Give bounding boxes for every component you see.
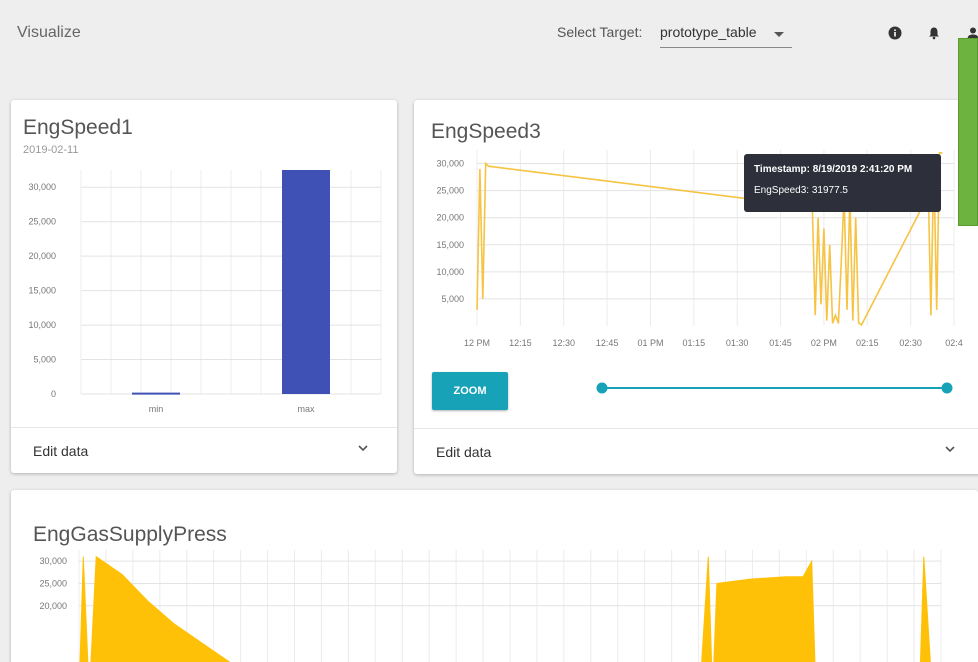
engspeed1-card: EngSpeed1 2019-02-11 30,000 25,000 20,000 1… xyxy=(11,100,397,473)
y-tick-label: 20,000 xyxy=(436,213,464,223)
zoom-range-slider[interactable] xyxy=(594,378,954,398)
engspeed1-bar-chart: 30,000 25,000 20,000 15,000 10,000 5,000 0 min m… xyxy=(28,170,382,414)
x-tick-label: 02 PM xyxy=(811,338,837,348)
zoom-button[interactable]: ZOOM xyxy=(432,372,508,410)
y-tick-label: 20,000 xyxy=(39,601,67,611)
chevron-down-icon xyxy=(358,445,368,452)
target-select[interactable]: prototype_table xyxy=(660,20,792,48)
y-tick-label: 30,000 xyxy=(39,556,67,566)
y-tick-label: 30,000 xyxy=(436,159,464,169)
edit-data-label: Edit data xyxy=(436,444,492,460)
y-tick-label: 25,000 xyxy=(28,217,56,227)
y-tick-label: 10,000 xyxy=(28,320,56,330)
card-title: EngSpeed3 xyxy=(431,120,541,143)
x-tick-label: min xyxy=(149,404,164,414)
y-tick-label: 25,000 xyxy=(39,578,67,588)
bar xyxy=(132,392,180,395)
y-tick-label: 5,000 xyxy=(33,355,56,365)
x-tick-label: 12:15 xyxy=(509,338,532,348)
y-tick-label: 0 xyxy=(51,389,56,399)
x-tick-label: 02:30 xyxy=(899,338,922,348)
x-tick-label: max xyxy=(297,404,315,414)
x-tick-label: 01:30 xyxy=(726,338,749,348)
x-tick-label: 02:4 xyxy=(945,338,963,348)
y-tick-label: 10,000 xyxy=(436,267,464,277)
slider-handle-end[interactable] xyxy=(941,382,953,394)
edit-data-toggle[interactable]: Edit data xyxy=(414,428,978,474)
edit-data-label: Edit data xyxy=(33,443,89,459)
side-panel xyxy=(958,38,978,226)
enggassupplypress-card: EngGasSupplyPress 30,000 25,000 20,000 xyxy=(11,490,978,662)
tooltip-value: EngSpeed3: 31977.5 xyxy=(754,185,848,196)
y-tick-label: 15,000 xyxy=(28,286,56,296)
y-tick-label: 30,000 xyxy=(28,182,56,192)
card-title: EngSpeed1 xyxy=(23,116,133,139)
caret-down-icon xyxy=(774,32,784,37)
target-select-value: prototype_table xyxy=(660,24,757,40)
x-tick-label: 12:30 xyxy=(552,338,575,348)
slider-handle-start[interactable] xyxy=(596,382,608,394)
y-tick-label: 15,000 xyxy=(436,240,464,250)
chart-tooltip: Timestamp: 8/19/2019 2:41:20 PM EngSpeed… xyxy=(744,154,941,212)
enggassupplypress-area-chart: 30,000 25,000 20,000 xyxy=(39,550,942,662)
x-tick-label: 12 PM xyxy=(464,338,490,348)
x-tick-label: 01 PM xyxy=(637,338,663,348)
tooltip-timestamp: Timestamp: 8/19/2019 2:41:20 PM xyxy=(754,164,913,175)
app-title: Visualize xyxy=(17,24,81,41)
chevron-down-icon xyxy=(945,446,955,453)
x-tick-label: 01:45 xyxy=(769,338,792,348)
bell-icon[interactable] xyxy=(927,26,941,40)
y-tick-label: 5,000 xyxy=(441,294,464,304)
x-tick-label: 02:15 xyxy=(856,338,879,348)
bar xyxy=(282,170,330,394)
top-bar: Visualize Select Target: prototype_table xyxy=(0,0,978,64)
edit-data-toggle[interactable]: Edit data xyxy=(11,427,397,473)
card-title: EngGasSupplyPress xyxy=(33,523,227,546)
info-icon[interactable] xyxy=(888,26,902,40)
y-tick-label: 20,000 xyxy=(28,251,56,261)
select-target-label: Select Target: xyxy=(557,24,643,40)
x-tick-label: 12:45 xyxy=(596,338,619,348)
x-tick-label: 01:15 xyxy=(683,338,706,348)
y-tick-label: 25,000 xyxy=(436,186,464,196)
card-date: 2019-02-11 xyxy=(23,144,79,156)
